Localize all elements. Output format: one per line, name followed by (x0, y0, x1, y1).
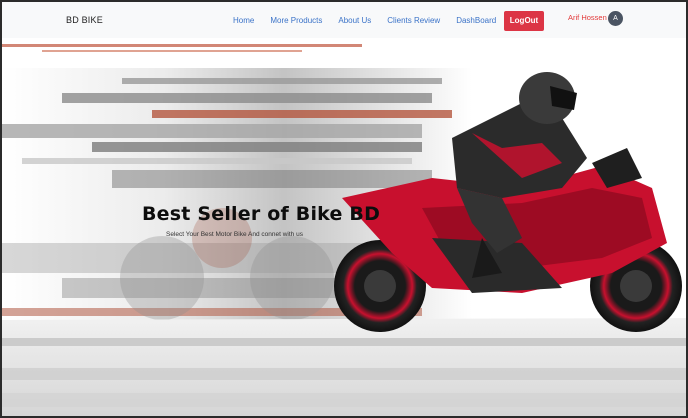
brand-logo[interactable]: BD BIKE (66, 15, 103, 25)
user-name: Arif Hossen (568, 13, 607, 22)
nav-link-clients-review[interactable]: Clients Review (387, 16, 440, 25)
hero-banner: Best Seller of Bike BD Select Your Best … (2, 38, 686, 416)
nav-links: Home More Products About Us Clients Revi… (233, 16, 512, 25)
logout-button[interactable]: LogOut (504, 11, 544, 31)
nav-link-about-us[interactable]: About Us (338, 16, 371, 25)
hero-title: Best Seller of Bike BD (142, 203, 381, 225)
nav-link-home[interactable]: Home (233, 16, 254, 25)
user-avatar[interactable]: A (608, 11, 623, 26)
nav-link-dashboard[interactable]: DashBoard (456, 16, 496, 25)
nav-link-more-products[interactable]: More Products (270, 16, 322, 25)
top-navbar: BD BIKE Home More Products About Us Clie… (2, 2, 686, 38)
hero-motorbike-illustration (2, 38, 686, 416)
hero-subtitle: Select Your Best Motor Bike And connet w… (166, 231, 303, 238)
browser-viewport: BD BIKE Home More Products About Us Clie… (2, 2, 686, 416)
